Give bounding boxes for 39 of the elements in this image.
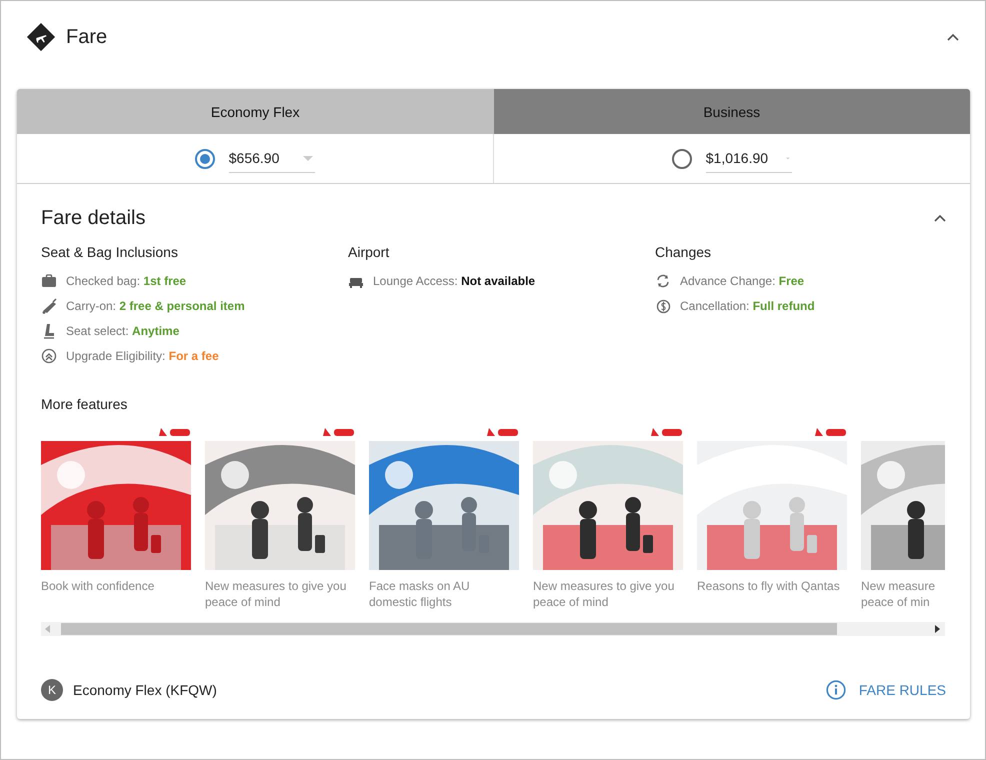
inclusion-text: Carry-on: 2 free & personal item	[66, 298, 245, 312]
fare-tab[interactable]: Economy Flex	[17, 89, 494, 134]
scrollbar-thumb[interactable]	[61, 623, 838, 635]
feature-caption[interactable]: Book with confidence	[41, 578, 191, 594]
section-title: Fare	[66, 26, 108, 48]
inclusion-text: Lounge Access: Not available	[373, 274, 536, 288]
radio-button[interactable]	[194, 148, 215, 168]
column-heading: Changes	[655, 244, 712, 260]
price-select[interactable]: $656.90	[228, 144, 315, 173]
fare-rules-link[interactable]: FARE RULES	[826, 680, 946, 700]
feature-caption[interactable]: New measure peace of min	[861, 578, 945, 610]
features-heading: More features	[41, 396, 128, 412]
chevron-up-icon[interactable]	[934, 214, 946, 222]
inclusion-text: Checked bag: 1st free	[66, 274, 186, 288]
refresh-icon	[655, 272, 671, 288]
fare-class-badge: K	[41, 679, 63, 701]
fare-class-label: Economy Flex (KFQW)	[73, 682, 218, 698]
feature-caption[interactable]: New measures to give you peace of mind	[533, 578, 683, 610]
inclusion-text: Seat select: Anytime	[66, 324, 180, 338]
feature-caption[interactable]: Reasons to fly with Qantas	[697, 578, 847, 594]
radio-button[interactable]	[672, 148, 692, 168]
dropdown-caret-icon	[302, 156, 313, 160]
info-icon	[826, 680, 846, 700]
fare-tab[interactable]: Business	[494, 89, 970, 134]
horizontal-scrollbar[interactable]	[41, 622, 945, 636]
price-select[interactable]: $1,016.90	[706, 144, 792, 173]
column-heading: Airport	[348, 244, 390, 260]
refund-icon	[655, 298, 671, 314]
inclusion-text: Cancellation: Full refund	[680, 298, 815, 312]
feature-caption[interactable]: New measures to give you peace of mind	[205, 578, 355, 610]
column-heading: Seat & Bag Inclusions	[41, 244, 179, 260]
inclusion-text: Upgrade Eligibility: For a fee	[66, 348, 219, 362]
details-title: Fare details	[41, 206, 146, 230]
scroll-right-icon[interactable]	[935, 625, 941, 633]
chevron-up-icon[interactable]	[947, 33, 959, 41]
upgrade-icon	[41, 348, 57, 364]
bag-icon	[41, 272, 57, 288]
feature-caption[interactable]: Face masks on AU domestic flights	[369, 578, 519, 610]
inclusion-text: Advance Change: Free	[680, 274, 804, 288]
